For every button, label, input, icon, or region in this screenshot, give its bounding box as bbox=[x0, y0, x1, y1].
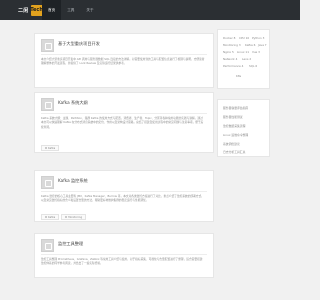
post-tags: Kafka bbox=[41, 145, 60, 151]
post-thumbnail-icon bbox=[41, 176, 54, 189]
brand-badge: Tech bbox=[30, 4, 43, 16]
post-title[interactable]: Kafka 系统大纲 bbox=[58, 100, 88, 106]
tag-cloud-item[interactable]: CPU 10 bbox=[239, 36, 249, 40]
tag-cloud-item[interactable]: Lens 2 bbox=[242, 57, 251, 61]
tag-cloud-item[interactable]: Monitoring 3 bbox=[223, 43, 241, 47]
recent-post-link[interactable]: 服务器容量评估指南 bbox=[223, 106, 248, 110]
tag-cloud-item[interactable]: Linux 11 bbox=[237, 50, 249, 54]
recent-post-link[interactable]: 监控数据采集流程 bbox=[223, 124, 245, 128]
tag-label: Monitoring bbox=[68, 215, 83, 219]
recent-post-link[interactable]: 日志分析工具汇总 bbox=[223, 150, 245, 154]
tag-cloud-item[interactable]: Kafka 6 bbox=[245, 43, 255, 47]
tag-icon bbox=[65, 216, 68, 218]
tag-cloud-item[interactable]: SQL 6 bbox=[249, 64, 257, 68]
divider bbox=[41, 191, 207, 192]
divider bbox=[41, 254, 207, 255]
post-card[interactable]: Kafka 监控系统 Kafka 监控的核心工具主要有 JMX、Kafka Ma… bbox=[34, 170, 214, 222]
nav-item-tools[interactable]: 工具 bbox=[61, 0, 80, 20]
divider bbox=[41, 54, 207, 55]
tag-cloud-item[interactable]: Network 4 bbox=[223, 57, 237, 61]
tag-icon bbox=[45, 147, 47, 149]
tag-cloud-item[interactable]: Python 3 bbox=[252, 36, 264, 40]
nav-item-home[interactable]: 首页 bbox=[42, 0, 62, 20]
brand-name: 二闲 bbox=[18, 7, 29, 14]
tag-kafka[interactable]: Kafka bbox=[41, 214, 60, 220]
tag-cloud-item[interactable]: Performance 4 bbox=[223, 64, 243, 68]
tag-cloud-item[interactable]: Java 7 bbox=[258, 43, 267, 47]
post-excerpt: 本文介绍大型重庆项目开发中 API 调用与服务器数据 SQL 连接的方法详解。对… bbox=[41, 57, 205, 66]
tag-icon bbox=[45, 216, 47, 218]
post-thumbnail-icon bbox=[41, 239, 54, 252]
brand-logo[interactable]: 二闲 Tech bbox=[18, 3, 43, 17]
tag-cloud-item[interactable]: Nginx 5 bbox=[223, 50, 234, 54]
post-card[interactable]: 基于大型重庆项目开发 本文介绍大型重庆项目开发中 API 调用与服务器数据 SQ… bbox=[34, 33, 214, 88]
recent-posts-panel: 服务器容量评估指南 服务器性能测试 监控数据采集流程 Linux 运维命令整理 … bbox=[217, 99, 270, 157]
divider bbox=[41, 113, 207, 114]
tag-cloud-item[interactable]: Docker 8 bbox=[223, 36, 235, 40]
post-title[interactable]: Kafka 监控系统 bbox=[58, 178, 88, 184]
post-tags: Kafka Monitoring bbox=[41, 214, 87, 220]
tag-monitoring[interactable]: Monitoring bbox=[61, 214, 87, 220]
nav-item-about[interactable]: 关于 bbox=[80, 0, 99, 20]
tag-cloud-item[interactable]: Vue 3 bbox=[252, 50, 260, 54]
post-card[interactable]: 监控工具整理 监控工具整理 Prometheus、Grafana、Zabbix … bbox=[34, 233, 214, 278]
main-nav: 首页 工具 关于 bbox=[42, 0, 100, 20]
top-navbar: 二闲 Tech 首页 工具 关于 bbox=[0, 0, 300, 20]
post-title[interactable]: 监控工具整理 bbox=[58, 241, 83, 247]
post-excerpt: Kafka 监控的核心工具主要有 JMX、Kafka Manager、Burro… bbox=[41, 194, 204, 203]
recent-post-link[interactable]: 系统调优建议 bbox=[223, 142, 240, 146]
tag-label: Kafka bbox=[48, 146, 56, 150]
recent-post-link[interactable]: Linux 运维命令整理 bbox=[223, 133, 248, 137]
post-excerpt: Kafka 系统大纲：主题、Partition、集群 Kafka 的使用方式与配… bbox=[41, 116, 204, 129]
tag-label: Kafka bbox=[48, 215, 56, 219]
post-excerpt: 监控工具整理 Prometheus、Grafana、Zabbix 等常用工具介绍… bbox=[41, 257, 203, 266]
post-thumbnail-icon bbox=[41, 98, 54, 111]
post-thumbnail-icon bbox=[41, 39, 54, 52]
tag-cloud-panel: Docker 8 CPU 10 Python 3 Monitoring 3 Ka… bbox=[217, 29, 270, 89]
recent-post-link[interactable]: 服务器性能测试 bbox=[223, 115, 243, 119]
post-card[interactable]: Kafka 系统大纲 Kafka 系统大纲：主题、Partition、集群 Ka… bbox=[34, 92, 214, 153]
tag-cloud-item[interactable]: K8s bbox=[236, 74, 241, 78]
tag-kafka[interactable]: Kafka bbox=[41, 145, 60, 151]
post-title[interactable]: 基于大型重庆项目开发 bbox=[58, 41, 100, 47]
